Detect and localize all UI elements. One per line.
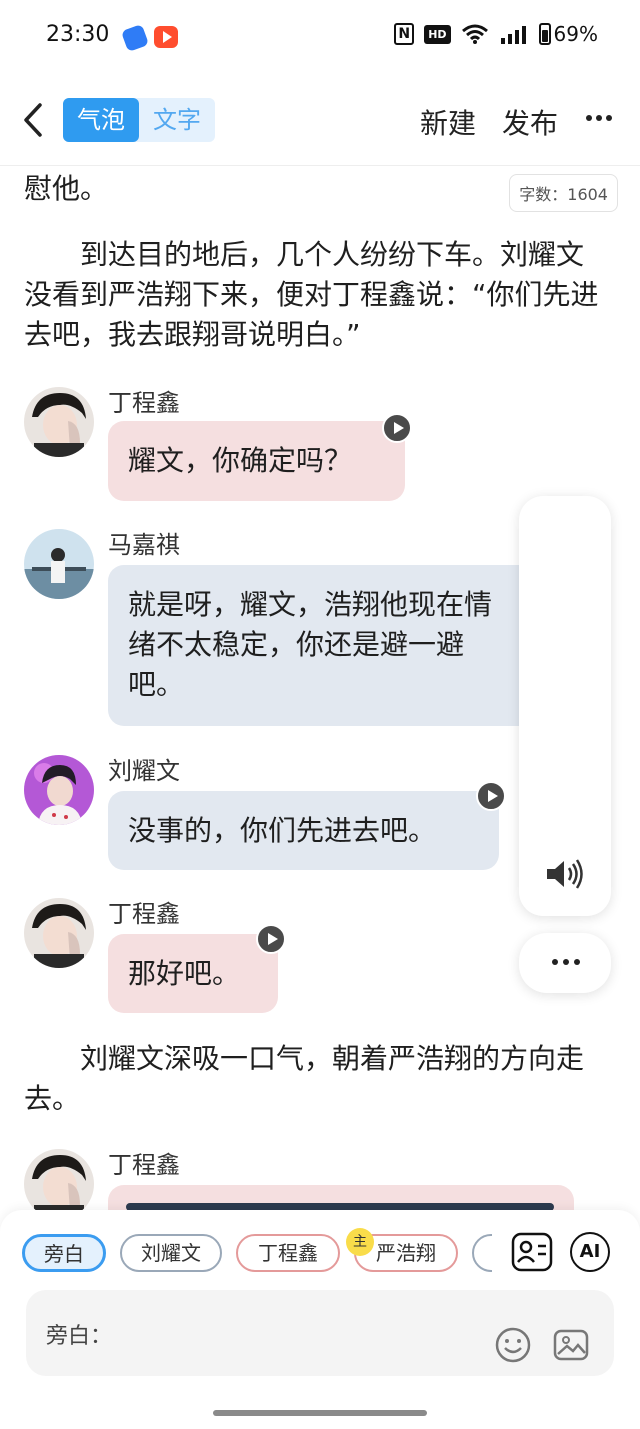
mode-switch: 气泡 文字 (63, 98, 215, 142)
ai-button[interactable]: AI (570, 1232, 610, 1272)
play-voice-icon[interactable] (256, 924, 286, 954)
narration-paragraph[interactable]: 到达目的地后，几个人纷纷下车。刘耀文没看到严浩翔下来，便对丁程鑫说：“你们先进去… (24, 235, 604, 355)
avatar[interactable] (24, 387, 94, 457)
blue-app-icon (120, 23, 150, 53)
play-voice-icon[interactable] (382, 413, 412, 443)
chip-character-partial[interactable] (472, 1234, 492, 1272)
speaker-name: 丁程鑫 (108, 900, 180, 928)
tab-text[interactable]: 文字 (139, 98, 215, 142)
composer-panel: 旁白 刘耀文 丁程鑫 严浩翔 主 AI 旁白： (0, 1210, 640, 1429)
speaker-name: 马嘉祺 (108, 531, 180, 559)
more-options-icon[interactable] (584, 106, 614, 130)
battery-body (538, 23, 551, 45)
battery-percent: 69% (553, 22, 598, 46)
status-time: 23:30 (46, 22, 110, 47)
chip-narrator[interactable]: 旁白 (22, 1234, 106, 1272)
play-voice-icon[interactable] (476, 781, 506, 811)
video-app-icon (154, 26, 178, 48)
message-input[interactable]: 旁白： (26, 1290, 614, 1376)
floating-tool-panel[interactable] (519, 496, 611, 916)
speaker-icon[interactable] (545, 858, 585, 890)
chip-character[interactable]: 刘耀文 (120, 1234, 222, 1272)
message-bubble[interactable]: 那好吧。 (108, 934, 278, 1013)
message-bubble[interactable]: 耀文，你确定吗？ (108, 421, 405, 501)
image-icon[interactable] (552, 1326, 590, 1364)
status-bar: 23:30 N HD 69% (0, 0, 640, 72)
tab-bubble[interactable]: 气泡 (63, 98, 139, 142)
signal-icon (500, 26, 526, 44)
message-bubble[interactable] (108, 1185, 574, 1212)
speaker-name: 刘耀文 (108, 757, 180, 785)
chip-character[interactable]: 丁程鑫 (236, 1234, 340, 1272)
status-indicators: N HD 69% (394, 22, 598, 46)
new-button[interactable]: 新建 (420, 102, 476, 142)
emoji-icon[interactable] (494, 1326, 532, 1364)
main-character-badge: 主 (346, 1228, 374, 1256)
home-indicator[interactable] (213, 1410, 427, 1416)
top-bar: 气泡 文字 新建 发布 (0, 72, 640, 166)
avatar[interactable] (24, 898, 94, 968)
nfc-icon: N (394, 23, 415, 45)
floating-more-button[interactable] (519, 933, 611, 993)
character-chips: 旁白 刘耀文 丁程鑫 严浩翔 (22, 1234, 492, 1274)
wifi-icon (461, 24, 488, 44)
input-role-label: 旁白： (46, 1324, 113, 1349)
message-bubble[interactable]: 就是呀，耀文，浩翔他现在情绪不太稳定，你还是避一避吧。 (108, 565, 538, 726)
contacts-icon[interactable] (511, 1232, 553, 1272)
hd-icon: HD (424, 24, 451, 44)
avatar[interactable] (24, 755, 94, 825)
back-arrow-icon[interactable] (20, 102, 46, 138)
publish-button[interactable]: 发布 (502, 102, 558, 142)
more-dots-icon (552, 959, 580, 965)
word-count-badge: 字数：1604 (509, 174, 618, 212)
speaker-name: 丁程鑫 (108, 389, 180, 417)
speaker-name: 丁程鑫 (108, 1151, 180, 1179)
narration-paragraph[interactable]: 刘耀文深吸一口气，朝着严浩翔的方向走去。 (24, 1039, 604, 1119)
avatar[interactable] (24, 1149, 94, 1212)
battery-icon: 69% (538, 22, 598, 46)
avatar[interactable] (24, 529, 94, 599)
message-bubble[interactable]: 没事的，你们先进去吧。 (108, 791, 499, 870)
